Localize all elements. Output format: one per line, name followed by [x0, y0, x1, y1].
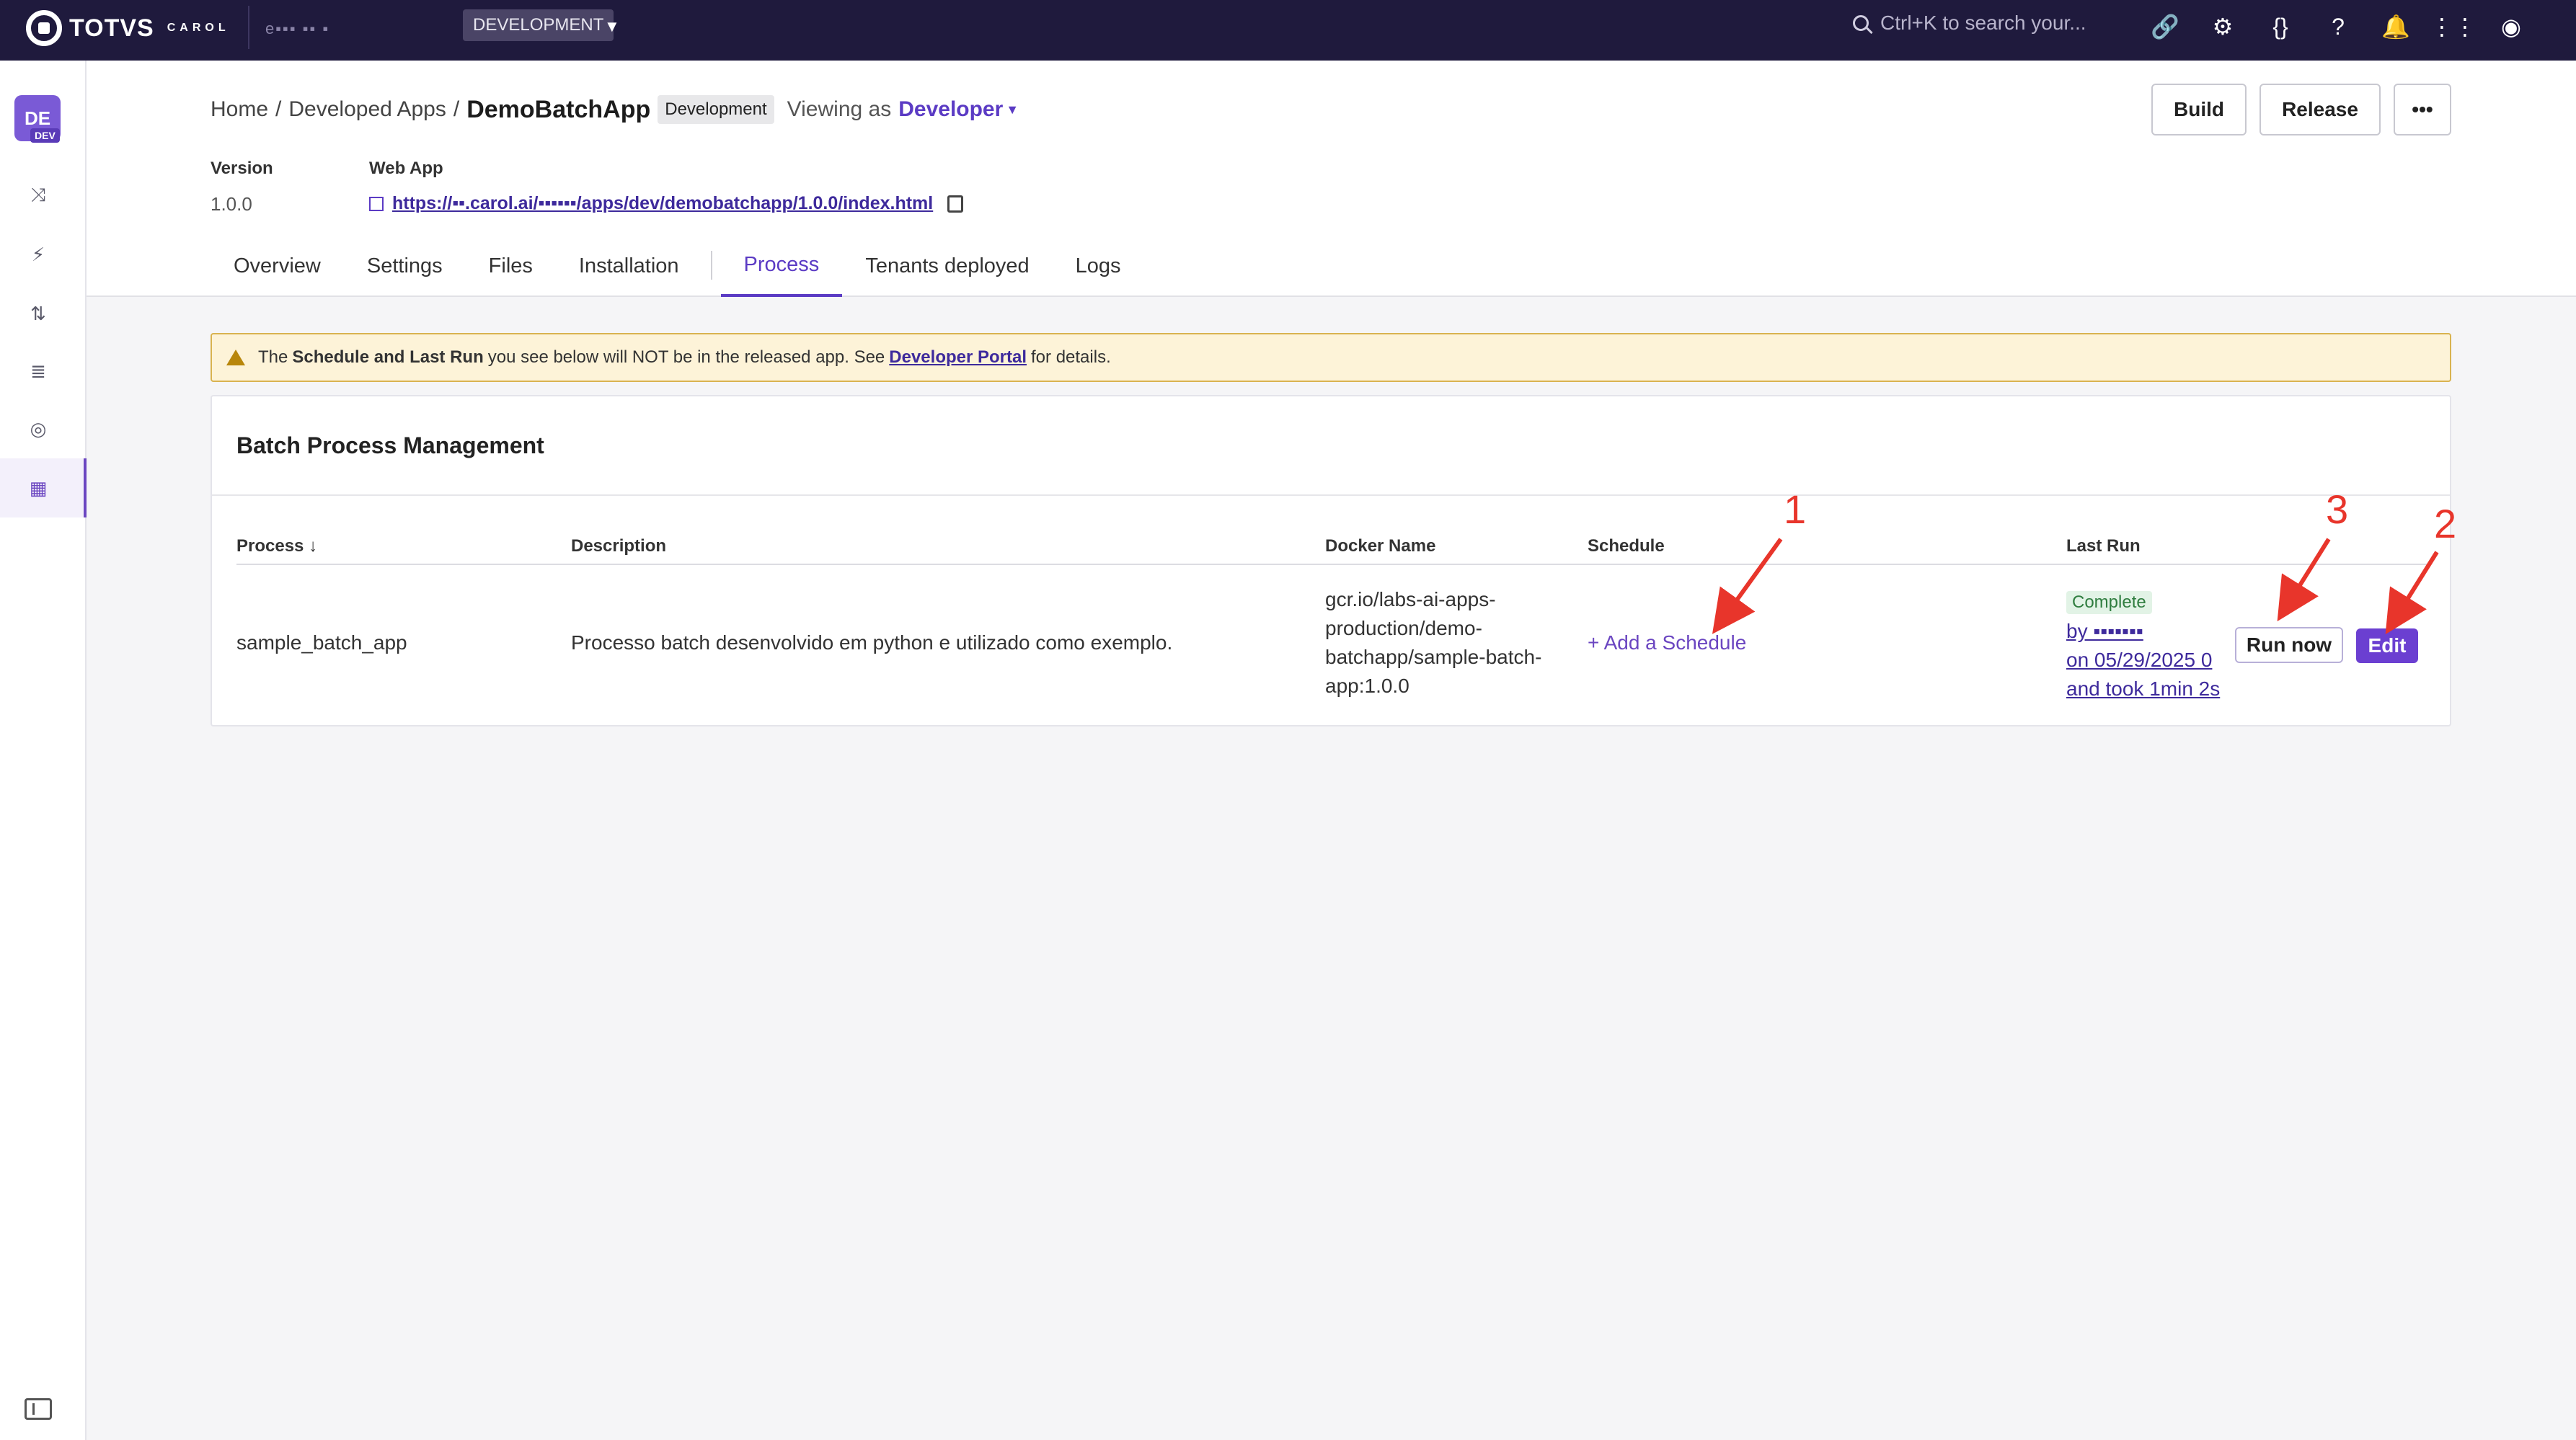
build-button[interactable]: Build [2151, 84, 2247, 135]
column-header-process[interactable]: Process ↓ [236, 536, 317, 556]
left-sidebar: DE DEV ⤨ ⚡ ⇅ ≣ ◎ ▦ [0, 61, 87, 1440]
apps-grid-icon[interactable]: ⋮⋮ [2430, 10, 2477, 43]
banner-text-pre: The [258, 347, 288, 367]
totvs-carol-logo[interactable]: TOTVS CAROL [26, 10, 230, 46]
breadcrumb-separator: / [453, 97, 460, 121]
column-header-description: Description [571, 536, 667, 556]
org-name[interactable]: e▪▪▪ ▪▪ ▪ [265, 19, 329, 38]
last-run-duration: and took 1min 2s [2066, 677, 2221, 700]
topbar-divider [248, 6, 249, 49]
tab-settings[interactable]: Settings [344, 235, 466, 297]
role-selector[interactable]: Developer [898, 97, 1003, 122]
tab-installation[interactable]: Installation [556, 235, 702, 297]
top-icon-bar: 🔗 ⚙ {} ? 🔔 ⋮⋮ ◉ [2148, 10, 2552, 43]
tab-overview[interactable]: Overview [211, 235, 344, 297]
version-label: Version [211, 159, 273, 178]
tab-files[interactable]: Files [466, 235, 556, 297]
page-title: DemoBatchApp [466, 95, 651, 123]
viewing-as-label: Viewing as [787, 97, 892, 121]
process-name-cell: sample_batch_app [236, 631, 407, 654]
external-link-icon [369, 196, 384, 211]
banner-text-post: for details. [1031, 347, 1111, 367]
webapp-url-link[interactable]: https://▪▪.carol.ai/▪▪▪▪▪▪/apps/dev/demo… [392, 193, 933, 214]
webapp-url-row: https://▪▪.carol.ai/▪▪▪▪▪▪/apps/dev/demo… [369, 193, 964, 214]
column-header-schedule: Schedule [1588, 536, 1665, 556]
copy-icon[interactable] [947, 195, 964, 213]
tab-bar: Overview Settings Files Installation Pro… [211, 235, 1144, 297]
column-header-docker-name: Docker Name [1325, 536, 1436, 556]
breadcrumb-developed-apps[interactable]: Developed Apps [288, 97, 446, 122]
add-schedule-link[interactable]: + Add a Schedule [1588, 631, 1746, 654]
warning-banner: The Schedule and Last Run you see below … [211, 333, 2451, 382]
breadcrumb-home[interactable]: Home [211, 97, 268, 122]
banner-text-bold: Schedule and Last Run [292, 347, 484, 367]
bell-icon[interactable]: 🔔 [2379, 10, 2412, 43]
help-icon[interactable]: ? [2322, 10, 2355, 43]
plug-icon[interactable]: ⚡ [26, 242, 50, 267]
last-run-by: by ▪▪▪▪▪▪▪ [2066, 620, 2143, 642]
app-header: Home / Developed Apps / DemoBatchApp Dev… [87, 61, 2576, 297]
banner-text-mid: you see below will NOT be in the release… [487, 347, 885, 367]
annotation-number-3: 3 [2326, 486, 2349, 532]
column-header-last-run: Last Run [2066, 536, 2141, 556]
compass-icon[interactable]: ◎ [26, 417, 50, 441]
developer-portal-link[interactable]: Developer Portal [889, 347, 1027, 368]
environment-selector[interactable]: DEVELOPMENT [463, 9, 614, 41]
more-options-button[interactable]: ••• [2394, 84, 2451, 135]
table-header-divider [236, 564, 2428, 565]
search-placeholder: Ctrl+K to search your... [1880, 12, 2086, 34]
tab-tenants-deployed[interactable]: Tenants deployed [842, 235, 1052, 297]
release-button[interactable]: Release [2259, 84, 2381, 135]
breadcrumb: Home / Developed Apps / DemoBatchApp Dev… [211, 95, 1019, 124]
breadcrumb-separator: / [275, 97, 282, 121]
avatar-badge: DEV [30, 128, 60, 143]
brand-name: TOTVS [69, 14, 154, 42]
sidebar-collapse-icon[interactable] [25, 1398, 52, 1420]
batch-process-card: Batch Process Management Process ↓ Descr… [211, 395, 2451, 726]
warning-icon [226, 350, 245, 365]
chevron-down-icon[interactable]: ▼ [604, 17, 620, 36]
brand-sub: CAROL [167, 22, 230, 34]
status-badge: Complete [2066, 591, 2152, 614]
top-bar: TOTVS CAROL e▪▪▪ ▪▪ ▪ DEVELOPMENT ▼ Ctrl… [0, 0, 2576, 61]
annotation-number-2: 2 [2434, 501, 2457, 546]
braces-icon[interactable]: {} [2264, 10, 2297, 43]
pipelines-icon[interactable]: ⤨ [26, 183, 50, 208]
totvs-logo-icon [26, 10, 62, 46]
account-icon[interactable]: ◉ [2495, 10, 2528, 43]
tab-process[interactable]: Process [720, 235, 843, 297]
card-divider [212, 494, 2450, 496]
tab-divider [710, 251, 712, 280]
global-search[interactable]: Ctrl+K to search your... [1853, 12, 2086, 35]
docker-name-cell: gcr.io/labs-ai-apps-production/demo-batc… [1325, 588, 1542, 697]
webapp-label: Web App [369, 159, 443, 178]
chevron-down-icon[interactable]: ▼ [1006, 102, 1019, 117]
search-icon [1853, 15, 1869, 31]
gear-icon[interactable]: ⚙ [2206, 10, 2239, 43]
link-icon[interactable]: 🔗 [2148, 10, 2182, 43]
database-icon[interactable]: ≣ [26, 359, 50, 383]
edit-button[interactable]: Edit [2356, 628, 2418, 663]
card-title: Batch Process Management [236, 432, 544, 458]
version-value: 1.0.0 [211, 193, 252, 215]
run-now-button[interactable]: Run now [2235, 627, 2343, 663]
environment-badge: Development [658, 95, 774, 124]
last-run-details-link[interactable]: by ▪▪▪▪▪▪▪ on 05/29/2025 0 and took 1min… [2066, 617, 2225, 703]
apps-icon[interactable]: ▦ [26, 476, 50, 500]
mapping-icon[interactable]: ⇅ [26, 301, 50, 326]
description-cell: Processo batch desenvolvido em python e … [571, 631, 1173, 654]
annotation-number-1: 1 [1784, 486, 1807, 532]
tab-logs[interactable]: Logs [1053, 235, 1144, 297]
last-run-date: on 05/29/2025 0 [2066, 649, 2213, 671]
